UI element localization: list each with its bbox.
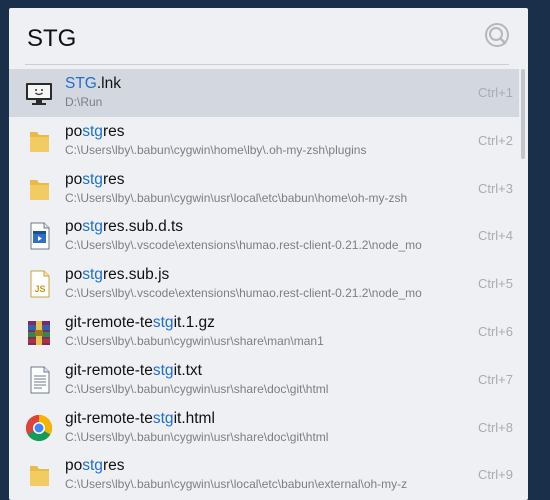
match-highlight: STG — [65, 75, 97, 92]
match-highlight: stg — [82, 457, 103, 475]
name-segment: res — [102, 122, 125, 140]
search-bar — [9, 8, 528, 64]
result-shortcut: Ctrl+5 — [477, 276, 513, 292]
result-row[interactable]: git-remote-testgit.1.gz C:\Users\lby\.bab… — [9, 308, 519, 356]
name-segment: po — [65, 266, 83, 284]
results-list: STG.lnk D:\Run Ctrl+1 postgres C:\Users\lby\… — [9, 69, 519, 499]
match-highlight: stg — [152, 361, 174, 379]
result-row[interactable]: postgres C:\Users\lby\.babun\cygwin\usr\l… — [9, 165, 519, 213]
name-segment: it.1.gz — [173, 313, 215, 331]
result-row[interactable]: git-remote-testgit.txt C:\Users\lby\.babu… — [9, 356, 519, 404]
js-file-icon: JS — [30, 270, 50, 298]
result-name: STG.lnk — [65, 75, 121, 93]
text-file-icon — [30, 366, 50, 394]
result-row[interactable]: postgres C:\Users\lby\.babun\cygwin\home\… — [9, 117, 519, 165]
name-segment: res — [102, 170, 125, 188]
result-name: git-remote-testgit.html — [65, 410, 215, 428]
result-path: C:\Users\lby\.babun\cygwin\usr\local\etc… — [65, 477, 408, 492]
result-name: postgres — [65, 171, 124, 189]
name-segment: po — [65, 218, 83, 236]
name-segment: po — [65, 122, 83, 140]
result-row[interactable]: postgres.sub.d.ts C:\Users\lby\.vscode\ex… — [9, 212, 519, 260]
match-highlight: stg — [82, 218, 103, 236]
search-divider — [25, 64, 509, 65]
result-shortcut: Ctrl+9 — [477, 467, 513, 483]
search-input[interactable] — [25, 18, 469, 60]
match-highlight: stg — [82, 122, 103, 140]
name-segment: git-remote-te — [65, 313, 153, 331]
result-shortcut: Ctrl+4 — [477, 228, 513, 244]
match-highlight: stg — [152, 313, 174, 331]
result-name: git-remote-testgit.txt — [65, 362, 202, 380]
result-name: postgres — [65, 457, 124, 475]
result-row[interactable]: postgres C:\Users\lby\.babun\cygwin\usr\l… — [9, 451, 519, 499]
folder-icon — [30, 131, 49, 152]
result-path: C:\Users\lby\.babun\cygwin\usr\local\etc… — [65, 190, 408, 205]
match-highlight: stg — [82, 266, 103, 284]
result-row[interactable]: git-remote-testgit.html C:\Users\lby\.bab… — [9, 404, 519, 452]
name-segment: it.txt — [173, 361, 202, 379]
result-row[interactable]: JS postgres.sub.js C:\Users\lby\.vscode\ex… — [9, 260, 519, 308]
name-segment: .lnk — [96, 75, 121, 92]
archive-icon — [28, 320, 50, 345]
name-segment: res.sub.js — [102, 266, 170, 284]
match-highlight: stg — [82, 170, 103, 188]
result-shortcut: Ctrl+3 — [477, 180, 513, 196]
result-row[interactable]: STG.lnk D:\Run Ctrl+1 — [9, 69, 519, 117]
result-path: C:\Users\lby\.babun\cygwin\home\lby\.oh-… — [65, 142, 367, 157]
name-segment: git-remote-te — [65, 361, 153, 379]
result-path: C:\Users\lby\.vscode\extensions\humao.re… — [65, 238, 422, 253]
result-name: postgres.sub.d.ts — [65, 218, 183, 236]
name-segment: res — [102, 457, 125, 475]
result-path: C:\Users\lby\.babun\cygwin\usr\share\man… — [65, 333, 324, 348]
result-shortcut: Ctrl+8 — [477, 419, 513, 435]
folder-icon — [30, 179, 49, 200]
chrome-icon — [25, 414, 53, 441]
result-name: git-remote-testgit.1.gz — [65, 314, 215, 332]
result-path: C:\Users\lby\.babun\cygwin\usr\share\doc… — [65, 381, 329, 396]
result-shortcut: Ctrl+1 — [477, 85, 513, 100]
results-scrollbar[interactable] — [521, 69, 525, 159]
result-shortcut: Ctrl+6 — [477, 323, 513, 339]
launcher-panel: STG.lnkD:\RunCtrl+1postgresC:\Users\lby\… — [9, 8, 528, 500]
monitor-icon — [26, 83, 52, 105]
name-segment: it.html — [173, 409, 215, 427]
match-highlight: stg — [152, 409, 174, 427]
result-path: C:\Users\lby\.babun\cygwin\usr\share\doc… — [65, 429, 329, 444]
result-path: D:\Run — [65, 95, 103, 109]
folder-icon — [30, 466, 49, 487]
video-file-icon — [30, 222, 50, 250]
name-segment: po — [65, 457, 83, 475]
result-shortcut: Ctrl+7 — [477, 371, 513, 387]
name-segment: res.sub.d.ts — [102, 218, 184, 236]
result-shortcut: Ctrl+2 — [477, 132, 513, 148]
name-segment: git-remote-te — [65, 409, 153, 427]
name-segment: po — [65, 170, 83, 188]
result-name: postgres — [65, 123, 124, 141]
svg-text:JS: JS — [34, 284, 45, 294]
result-path: C:\Users\lby\.vscode\extensions\humao.re… — [65, 286, 422, 301]
result-name: postgres.sub.js — [65, 266, 169, 284]
search-icon[interactable] — [482, 20, 512, 50]
